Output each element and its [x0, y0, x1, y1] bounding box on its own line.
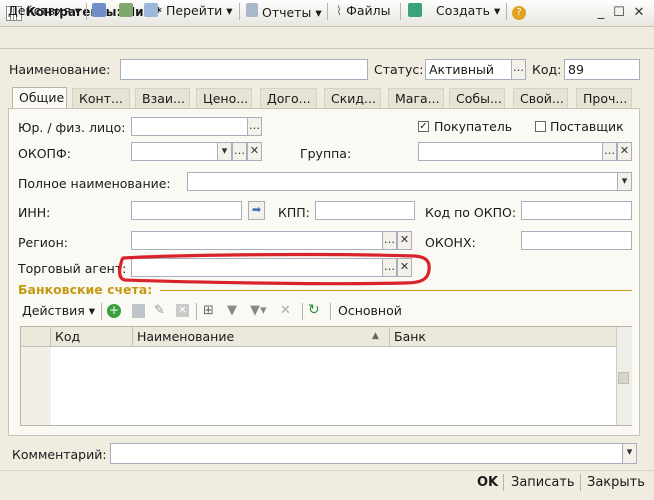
- camera-icon[interactable]: [408, 3, 422, 19]
- add-icon[interactable]: +: [107, 304, 121, 318]
- group-clear-button[interactable]: ✕: [617, 142, 632, 161]
- actions-menu[interactable]: Действия ▾: [8, 3, 81, 19]
- inn-check-button[interactable]: ➡: [248, 201, 265, 220]
- tab-other[interactable]: Проч...: [576, 88, 632, 108]
- section-divider: [160, 290, 632, 291]
- sort-icon: ▲: [372, 331, 379, 341]
- code-input[interactable]: 89: [564, 59, 640, 80]
- inn-input[interactable]: [131, 201, 242, 220]
- status-label: Статус:: [374, 62, 424, 77]
- name-input[interactable]: [120, 59, 368, 80]
- filter-list-icon[interactable]: ▼▾: [250, 303, 267, 318]
- document-icon[interactable]: [144, 3, 158, 19]
- row-marker-column: [21, 347, 51, 425]
- bottom-divider: [0, 470, 654, 471]
- kpp-input[interactable]: [315, 201, 415, 220]
- minimize-icon[interactable]: _: [594, 6, 608, 20]
- okopf-input[interactable]: [131, 142, 218, 161]
- group-select-button[interactable]: …: [602, 142, 617, 161]
- column-bank-header[interactable]: Банк: [390, 327, 616, 347]
- okonh-label: ОКОНХ:: [425, 235, 476, 250]
- full-name-label: Полное наименование:: [18, 176, 171, 191]
- group-label: Группа:: [300, 146, 352, 161]
- full-name-dropdown-button[interactable]: ▾: [617, 172, 632, 191]
- tab-prices[interactable]: Цено...: [196, 88, 252, 108]
- okonh-input[interactable]: [521, 231, 632, 250]
- comment-label: Комментарий:: [12, 447, 107, 462]
- column-code-header[interactable]: Код: [51, 327, 133, 347]
- delete-icon[interactable]: ✕: [176, 304, 189, 317]
- toolbar: [0, 26, 654, 49]
- supplier-checkbox[interactable]: [535, 121, 546, 132]
- clear-filter-icon[interactable]: ✕: [280, 303, 291, 318]
- maximize-icon[interactable]: ☐: [612, 6, 626, 20]
- sales-agent-label: Торговый агент:: [18, 261, 127, 276]
- status-select-button[interactable]: …: [511, 59, 526, 80]
- filter-icon[interactable]: ▼: [227, 303, 237, 318]
- okopf-label: ОКОПФ:: [18, 146, 71, 161]
- tab-contacts[interactable]: Конт...: [72, 88, 130, 108]
- status-input[interactable]: Активный: [425, 59, 512, 80]
- tab-events[interactable]: Собы...: [449, 88, 505, 108]
- name-label: Наименование:: [9, 62, 111, 77]
- inn-label: ИНН:: [18, 205, 51, 220]
- kpp-label: КПП:: [278, 205, 310, 220]
- okopf-clear-button[interactable]: ✕: [247, 142, 262, 161]
- refresh-icon[interactable]: [119, 3, 133, 19]
- edit-icon[interactable]: ✎: [154, 303, 165, 318]
- bank-accounts-title: Банковские счета:: [18, 282, 153, 297]
- goto-menu[interactable]: Перейти ▾: [166, 3, 233, 19]
- scrollbar-thumb[interactable]: [618, 372, 629, 384]
- files-button[interactable]: ⌇ Файлы: [336, 3, 391, 19]
- code-label: Код:: [532, 62, 562, 77]
- refresh-list-icon[interactable]: ↻: [308, 302, 320, 318]
- entity-type-input[interactable]: [131, 117, 248, 136]
- buyer-checkbox[interactable]: ✓: [418, 121, 429, 132]
- tab-properties[interactable]: Свой...: [513, 88, 568, 108]
- region-select-button[interactable]: …: [382, 231, 397, 250]
- tab-contracts[interactable]: Дого...: [260, 88, 317, 108]
- reports-menu[interactable]: Отчеты ▾: [246, 3, 322, 20]
- tab-interactions[interactable]: Взаи...: [135, 88, 190, 108]
- okopf-dropdown-button[interactable]: ▾: [217, 142, 232, 161]
- okpo-label: Код по ОКПО:: [425, 205, 517, 220]
- buyer-label: Покупатель: [434, 119, 513, 134]
- comment-input[interactable]: [110, 443, 623, 464]
- copy-row-icon[interactable]: [132, 304, 145, 318]
- copy-icon[interactable]: [92, 3, 106, 19]
- close-button[interactable]: Закрыть: [587, 475, 645, 490]
- ok-button[interactable]: OK: [477, 475, 498, 490]
- create-menu[interactable]: Создать ▾: [436, 3, 500, 19]
- tab-discounts[interactable]: Скид...: [324, 88, 381, 108]
- region-clear-button[interactable]: ✕: [397, 231, 412, 250]
- supplier-label: Поставщик: [550, 119, 624, 134]
- comment-dropdown-button[interactable]: ▾: [622, 443, 637, 464]
- tab-general[interactable]: Общие: [12, 87, 67, 109]
- full-name-input[interactable]: [187, 172, 618, 191]
- table-row-marker-header: [21, 327, 51, 347]
- column-name-header[interactable]: Наименование: [133, 327, 390, 347]
- close-icon[interactable]: ✕: [632, 6, 646, 20]
- entity-type-select-button[interactable]: …: [247, 117, 262, 136]
- tab-shops[interactable]: Мага...: [388, 88, 444, 108]
- region-label: Регион:: [18, 235, 68, 250]
- set-main-button[interactable]: Основной: [338, 303, 402, 319]
- region-input[interactable]: [131, 231, 383, 250]
- bank-actions-menu[interactable]: Действия ▾: [22, 303, 95, 319]
- red-annotation-outline: [118, 252, 431, 286]
- help-icon[interactable]: ?: [512, 3, 526, 20]
- okpo-input[interactable]: [521, 201, 632, 220]
- okopf-select-button[interactable]: …: [232, 142, 247, 161]
- save-button[interactable]: Записать: [511, 475, 575, 490]
- entity-type-label: Юр. / физ. лицо:: [18, 120, 126, 135]
- group-input[interactable]: [418, 142, 603, 161]
- filter-settings-icon[interactable]: ⊞: [203, 303, 214, 318]
